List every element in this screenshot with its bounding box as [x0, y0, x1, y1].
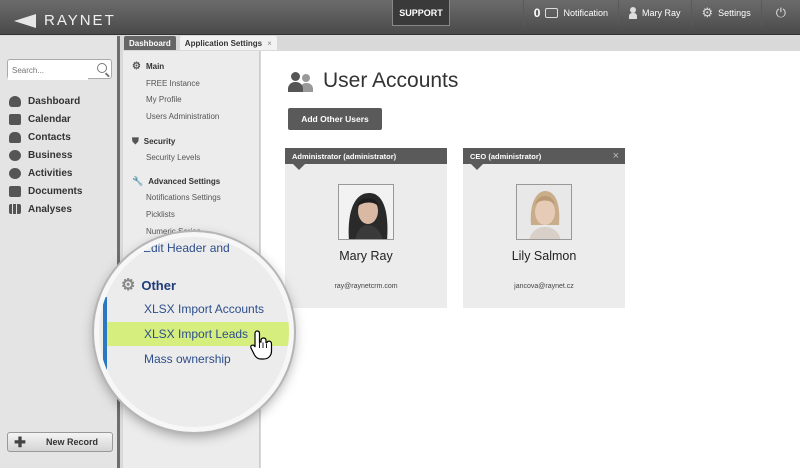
nav-item-analyses[interactable]: Analyses — [9, 200, 82, 218]
menu-item-edit-header[interactable]: Edit Header and — [143, 241, 230, 255]
section-advanced-settings: 🔧 Advanced Settings — [132, 176, 220, 187]
section-other: ⚙ Other — [121, 275, 176, 295]
gear-icon: ⚙ — [121, 277, 136, 294]
logo-text: RAYNET — [44, 12, 116, 29]
card-header: CEO (administrator) × — [463, 148, 625, 164]
logout-button[interactable]: ⏻ — [760, 0, 800, 26]
page-title: User Accounts — [288, 69, 458, 93]
tab-dashboard[interactable]: Dashboard — [124, 36, 176, 50]
section-title: Security — [143, 137, 176, 146]
user-menu[interactable]: Mary Ray — [618, 0, 691, 26]
section-title: Main — [145, 62, 165, 71]
menu-item-users-administration[interactable]: Users Administration — [146, 112, 219, 121]
search-icon[interactable] — [97, 63, 107, 73]
shield-icon: ⛊ — [132, 136, 139, 146]
chat-icon — [545, 8, 559, 18]
user-name: Mary Ray — [339, 249, 393, 263]
notification-button[interactable]: 0 Notification — [522, 0, 618, 26]
menu-item-security-levels[interactable]: Security Levels — [146, 153, 200, 162]
user-name: Mary Ray — [642, 8, 681, 18]
nav-label: Activities — [28, 167, 73, 179]
menu-item-notifications-settings[interactable]: Notifications Settings — [146, 193, 221, 202]
nav-label: Contacts — [28, 131, 71, 143]
gear-icon: ⚙ — [132, 61, 141, 72]
logo-mark-icon — [14, 14, 36, 28]
nav-label: Analyses — [28, 203, 72, 215]
gear-icon: ⚙ — [701, 5, 714, 20]
tab-label: Application Settings — [184, 38, 263, 48]
nav-item-activities[interactable]: Activities — [9, 164, 82, 182]
wrench-icon: 🔧 — [132, 176, 144, 186]
menu-item-free-instance[interactable]: FREE Instance — [146, 79, 200, 88]
user-photo — [338, 184, 394, 240]
nav-label: Documents — [28, 185, 83, 197]
nav-item-calendar[interactable]: Calendar — [9, 110, 82, 128]
card-notch — [471, 164, 483, 170]
section-main: ⚙ Main — [132, 61, 164, 72]
tab-application-settings[interactable]: Application Settings × — [179, 36, 277, 50]
stack-icon — [9, 185, 21, 197]
user-icon — [629, 7, 637, 19]
user-photo — [516, 184, 572, 240]
user-card[interactable]: Administrator (administrator) Mary Ray r… — [285, 148, 447, 308]
avatar — [517, 185, 571, 239]
tab-bar: Dashboard Application Settings × — [124, 36, 277, 50]
top-bar: RAYNET SUPPORT 0 Notification Mary Ray ⚙… — [0, 0, 800, 35]
notification-label: Notification — [563, 8, 608, 18]
card-header: Administrator (administrator) — [285, 148, 447, 164]
user-name: Lily Salmon — [511, 249, 577, 263]
add-other-users-button[interactable]: Add Other Users — [288, 108, 382, 130]
main-content: User Accounts Add Other Users Administra… — [261, 51, 800, 468]
user-role: CEO (administrator) — [470, 151, 542, 161]
search-input[interactable] — [8, 61, 88, 80]
calendar-icon — [9, 113, 21, 125]
menu-item-picklists[interactable]: Picklists — [146, 210, 175, 219]
magnifier-callout: Edit Header and ⚙ Other XLSX Import Acco… — [94, 232, 294, 432]
section-title: Advanced Settings — [148, 177, 221, 186]
notification-count: 0 — [533, 6, 541, 20]
hand-cursor-icon — [250, 330, 273, 360]
nav-item-documents[interactable]: Documents — [9, 182, 82, 200]
menu-item-my-profile[interactable]: My Profile — [146, 95, 182, 104]
active-indicator — [103, 297, 107, 427]
settings-button[interactable]: ⚙ Settings — [690, 0, 761, 26]
close-icon[interactable]: × — [267, 39, 272, 48]
page-title-text: User Accounts — [323, 69, 459, 92]
nav-item-contacts[interactable]: Contacts — [9, 128, 82, 146]
users-icon — [288, 70, 316, 92]
menu-item-mass-ownership[interactable]: Mass ownership — [144, 352, 231, 366]
person-icon — [9, 131, 21, 143]
raynet-logo[interactable]: RAYNET — [14, 12, 116, 29]
cloud-icon — [9, 95, 21, 107]
user-email: ray@raynetcrm.com — [334, 283, 398, 290]
user-email: jancova@raynet.cz — [514, 283, 574, 290]
nav-label: Business — [28, 149, 73, 161]
user-role: Administrator (administrator) — [292, 151, 397, 161]
settings-label: Settings — [718, 8, 751, 18]
menu-item-xlsx-import-leads[interactable]: XLSX Import Leads — [144, 327, 248, 341]
nav-label: Calendar — [28, 113, 71, 125]
bar-chart-icon — [9, 204, 21, 214]
clock-icon — [9, 167, 21, 179]
nav-item-dashboard[interactable]: Dashboard — [9, 92, 82, 110]
power-icon: ⏻ — [775, 5, 786, 20]
top-right-menu: 0 Notification Mary Ray ⚙ Settings ⏻ — [522, 0, 800, 26]
support-button[interactable]: SUPPORT — [392, 0, 450, 26]
nav-label: Dashboard — [28, 95, 81, 107]
new-record-button[interactable]: ✚ New Record — [7, 432, 113, 452]
user-card[interactable]: CEO (administrator) × Lily Salmon jancov… — [463, 148, 625, 308]
new-record-label: New Record — [45, 437, 98, 447]
nav-item-business[interactable]: Business — [9, 146, 82, 164]
tab-label: Dashboard — [129, 38, 171, 48]
avatar — [339, 185, 393, 239]
dollar-icon — [9, 149, 21, 161]
main-nav: Dashboard Calendar Contacts Business Act… — [9, 92, 82, 218]
menu-item-xlsx-import-accounts[interactable]: XLSX Import Accounts — [144, 302, 264, 316]
search-box — [7, 59, 112, 80]
section-security: ⛊ Security — [132, 136, 175, 147]
close-icon[interactable]: × — [613, 150, 619, 162]
plus-icon: ✚ — [14, 433, 26, 450]
card-notch — [293, 164, 305, 170]
section-title: Other — [141, 277, 177, 293]
